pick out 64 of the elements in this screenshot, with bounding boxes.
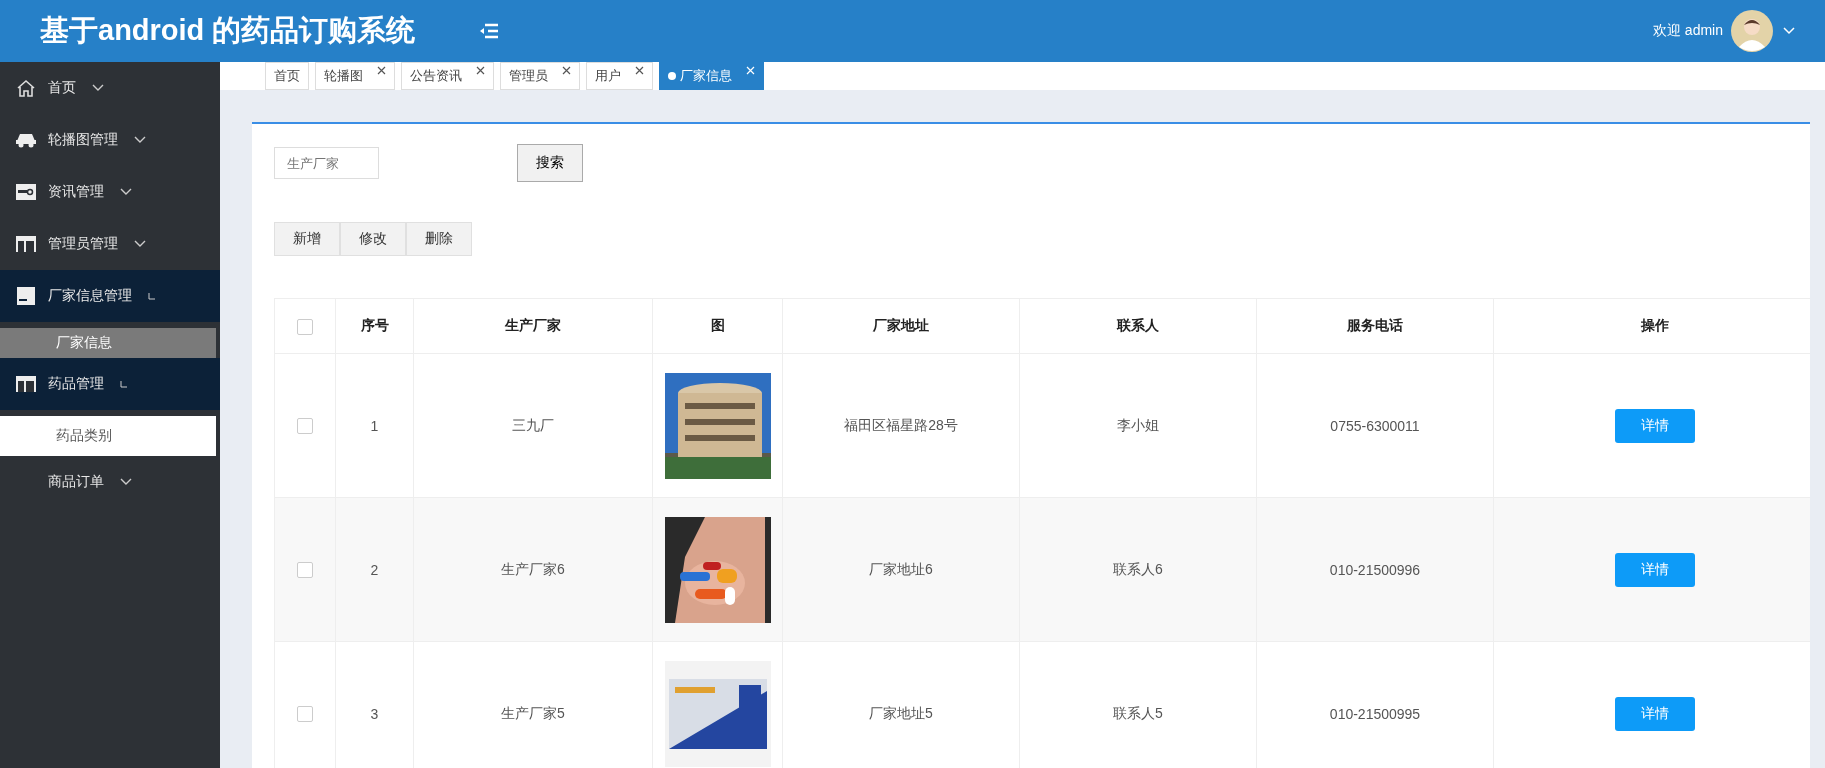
home-icon <box>16 79 36 97</box>
card-icon <box>16 184 36 200</box>
app-title: 基于android 的药品订购系统 <box>40 13 416 48</box>
caret-icon <box>120 188 132 196</box>
column-header: 生产厂家 <box>413 298 653 354</box>
checkbox[interactable] <box>297 418 313 435</box>
caret-icon <box>134 136 146 144</box>
menu-icon[interactable] <box>479 23 500 39</box>
table-cell: 联系人6 <box>1019 497 1257 642</box>
table-cell: 厂家地址6 <box>782 497 1020 642</box>
table-cell: 1 <box>335 353 414 498</box>
table-cell: 三九厂 <box>413 353 653 498</box>
sidebar-item[interactable]: 首页 <box>0 62 220 114</box>
table-cell: 李小姐 <box>1019 353 1257 498</box>
table-cell: 0755-6300011 <box>1256 353 1494 498</box>
tray-icon <box>17 287 35 305</box>
column-header: 序号 <box>335 298 414 354</box>
close-icon[interactable] <box>635 65 644 75</box>
sidebar-item[interactable]: 药品管理 <box>0 358 220 410</box>
sidebar-item[interactable]: 厂家信息管理 <box>0 270 220 322</box>
caret-icon <box>120 478 132 486</box>
checkbox[interactable] <box>297 562 313 579</box>
action-button[interactable]: 修改 <box>340 222 406 256</box>
tab[interactable]: 用户 <box>586 62 653 90</box>
submenu-item[interactable]: 药品类别 <box>0 416 216 456</box>
avatar-icon[interactable] <box>1731 10 1773 52</box>
column-header: 图 <box>652 298 783 354</box>
column-header: 服务电话 <box>1256 298 1494 354</box>
table-cell: 010-21500996 <box>1256 497 1494 642</box>
search-field[interactable]: 生产厂家 <box>274 147 379 179</box>
sidebar-item[interactable]: 资讯管理 <box>0 166 220 218</box>
action-button[interactable]: 新增 <box>274 222 340 256</box>
action-button[interactable]: 删除 <box>406 222 472 256</box>
tab[interactable]: 厂家信息 <box>659 62 764 90</box>
checkbox[interactable] <box>297 706 313 723</box>
sidebar-item[interactable]: 轮播图管理 <box>0 114 220 166</box>
caret-icon <box>148 292 156 300</box>
tab[interactable]: 公告资讯 <box>401 62 494 90</box>
welcome-text: 欢迎 admin <box>1652 22 1723 40</box>
car-icon <box>16 132 36 148</box>
column-header: 联系人 <box>1019 298 1257 354</box>
caret-icon <box>120 380 128 388</box>
tab[interactable]: 首页 <box>265 62 309 90</box>
close-icon[interactable] <box>377 65 386 75</box>
close-icon[interactable] <box>562 65 571 75</box>
submenu-item[interactable]: 厂家信息 <box>0 328 216 358</box>
layout-icon <box>16 376 36 392</box>
sidebar-item[interactable]: 管理员管理 <box>0 218 220 270</box>
table-cell: 生产厂家6 <box>413 497 653 642</box>
close-icon[interactable] <box>476 65 485 75</box>
table-cell: 2 <box>335 497 414 642</box>
layout-icon <box>16 236 36 252</box>
tab[interactable]: 轮播图 <box>315 62 395 90</box>
tab[interactable]: 管理员 <box>500 62 580 90</box>
checkbox[interactable] <box>297 318 313 335</box>
search-button[interactable]: 搜索 <box>517 144 583 182</box>
caret-icon[interactable] <box>1783 27 1795 35</box>
table-cell: 福田区福星路28号 <box>782 353 1020 498</box>
sidebar-item[interactable]: 商品订单 <box>0 456 220 508</box>
caret-icon <box>92 84 104 92</box>
caret-icon <box>134 240 146 248</box>
column-header: 操作 <box>1493 298 1810 354</box>
active-dot-icon <box>668 72 676 80</box>
column-header: 厂家地址 <box>782 298 1020 354</box>
